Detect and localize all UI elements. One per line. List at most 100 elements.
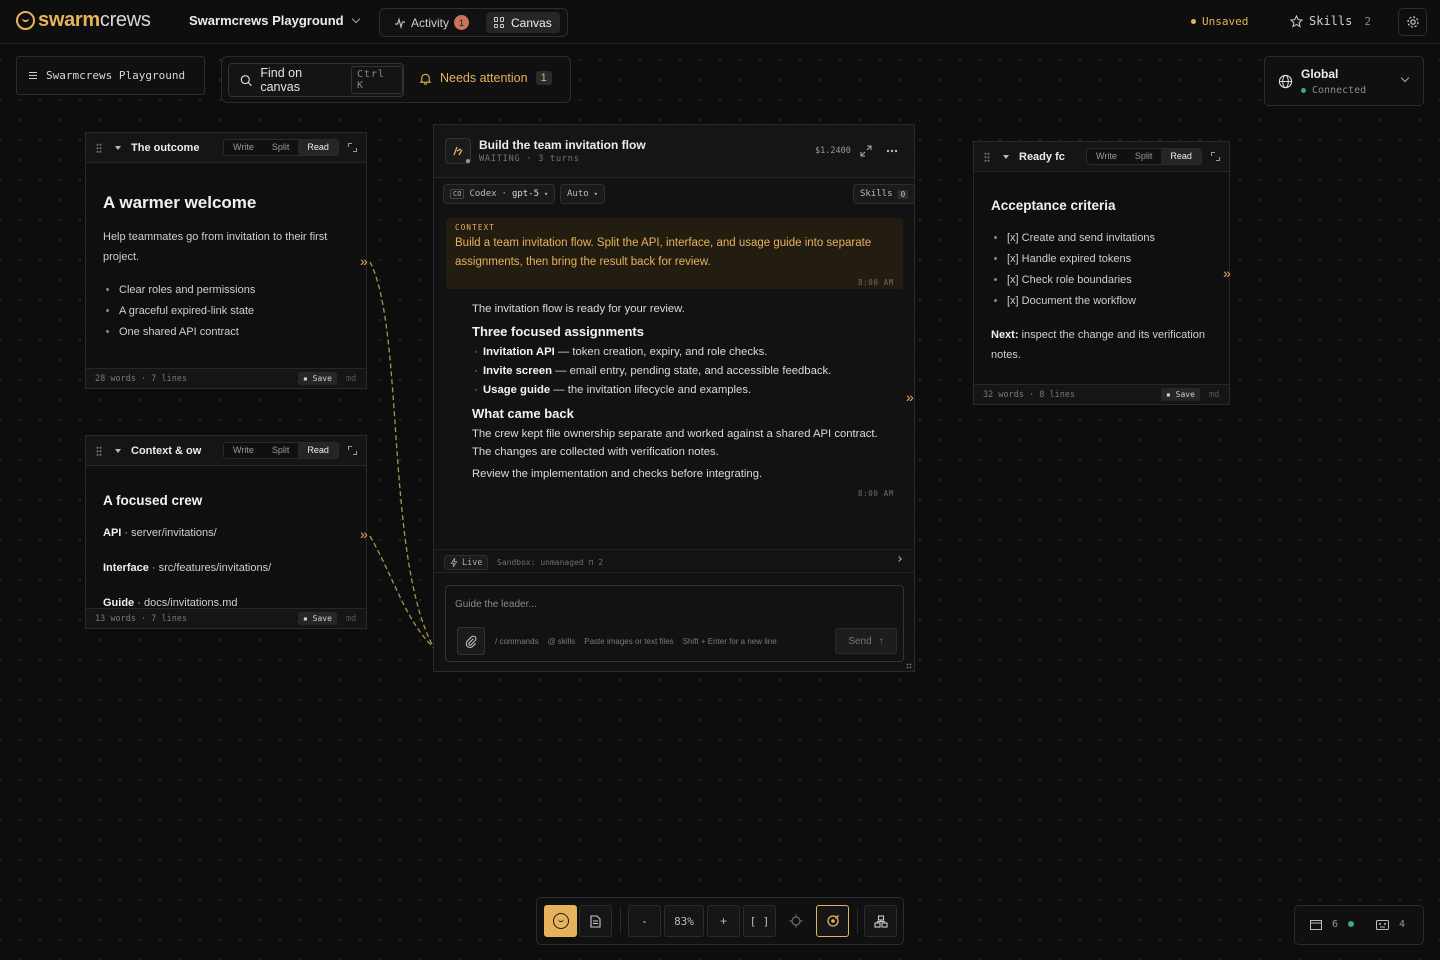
- drag-handle-icon[interactable]: [96, 143, 102, 153]
- hint: Paste images or text files: [584, 637, 674, 646]
- path-label: Interface: [103, 562, 149, 574]
- model-name: gpt-5: [511, 189, 540, 199]
- sandbox-info: Sandbox: unmanaged ⊓ 2: [497, 558, 603, 567]
- context-label: CONTEXT: [455, 223, 496, 232]
- mode-selector[interactable]: Auto ▾: [560, 184, 605, 204]
- skills-pill[interactable]: Skills 0: [853, 184, 916, 204]
- output-port-icon[interactable]: »: [360, 527, 372, 541]
- mode-split[interactable]: Split: [1126, 149, 1162, 164]
- context-message: CONTEXT Build a team invitation flow. Sp…: [446, 218, 903, 289]
- save-label: Save: [312, 374, 332, 383]
- expand-icon[interactable]: [1211, 152, 1220, 161]
- lock-count: 2: [598, 558, 604, 567]
- target-icon: [826, 915, 839, 927]
- note-card-ready[interactable]: Ready fc Write Split Read Acceptance cri…: [973, 141, 1230, 405]
- output-port-icon[interactable]: »: [1223, 266, 1235, 280]
- window-icon: [1310, 920, 1322, 930]
- status-dot-icon: [466, 159, 470, 163]
- expand-icon[interactable]: [348, 143, 357, 152]
- agent-name: Codex: [469, 189, 497, 199]
- fit-view-button[interactable]: [ ]: [743, 905, 776, 937]
- note-title: Ready fc: [1019, 151, 1065, 163]
- turn-count: 3 turns: [538, 154, 580, 164]
- session-status-row: Live Sandbox: unmanaged ⊓ 2: [434, 549, 914, 573]
- add-agent-button[interactable]: [544, 905, 577, 937]
- drag-handle-icon[interactable]: [984, 152, 990, 162]
- expand-diagonal-icon[interactable]: [860, 145, 872, 157]
- resize-handle-icon[interactable]: [906, 663, 912, 669]
- context-text: Build a team invitation flow. Split the …: [455, 237, 872, 268]
- chat-title: Build the team invitation flow: [479, 138, 646, 152]
- output-port-icon[interactable]: »: [360, 254, 372, 268]
- collapse-icon[interactable]: [1003, 155, 1009, 159]
- zoom-out-label: -: [642, 914, 647, 928]
- zoom-in-button[interactable]: +: [707, 905, 740, 937]
- agent-count-icon: [1376, 920, 1389, 930]
- list-item: [x] Document the workflow: [1007, 291, 1215, 312]
- mode-read[interactable]: Read: [298, 443, 338, 458]
- drag-handle-icon[interactable]: [96, 446, 102, 456]
- canvas-controls: - 83% + [ ]: [536, 897, 904, 945]
- add-note-button[interactable]: [579, 905, 612, 937]
- next-step: Next: inspect the change and its verific…: [991, 325, 1215, 365]
- zoom-level[interactable]: 83%: [664, 905, 704, 937]
- collapse-icon[interactable]: [115, 449, 121, 453]
- crosshair-icon: [789, 914, 802, 928]
- note-card-outcome[interactable]: The outcome Write Split Read A warmer we…: [85, 132, 367, 389]
- format-label: md: [1209, 390, 1220, 400]
- connection-line-outcome: [369, 261, 435, 649]
- mode-read[interactable]: Read: [1161, 149, 1201, 164]
- mode-split[interactable]: Split: [263, 140, 299, 155]
- mode-write[interactable]: Write: [1087, 149, 1126, 164]
- agent-reply: The invitation flow is ready for your re…: [472, 300, 902, 483]
- sandbox-label: Sandbox: unmanaged: [497, 558, 584, 567]
- attach-button[interactable]: [457, 627, 485, 655]
- send-button[interactable]: Send ↑: [835, 628, 897, 654]
- agent-count: 4: [1399, 919, 1406, 930]
- hint: / commands: [495, 637, 539, 646]
- collapse-icon[interactable]: [115, 146, 121, 150]
- note-paragraph: Help teammates go from invitation to the…: [103, 231, 328, 263]
- item-text: — the invitation lifecycle and examples.: [550, 384, 752, 396]
- composer-hints: / commands @ skills Paste images or text…: [495, 637, 777, 646]
- composer: / commands @ skills Paste images or text…: [445, 585, 904, 662]
- reply-paragraph: Review the implementation and checks bef…: [472, 468, 763, 480]
- save-button[interactable]: ▪ Save: [298, 372, 337, 385]
- list-item: One shared API contract: [119, 322, 352, 343]
- view-mode-toggle: Write Split Read: [223, 139, 339, 156]
- paperclip-icon: [465, 635, 477, 648]
- more-icon[interactable]: [886, 149, 898, 153]
- item-text: — token creation, expiry, and role check…: [554, 346, 768, 358]
- agent-chat-card[interactable]: Build the team invitation flow WAITING ·…: [433, 124, 916, 672]
- live-toggle[interactable]: Live: [444, 555, 489, 570]
- list-item: A graceful expired-link state: [119, 301, 352, 322]
- message-time: 8:00 AM: [858, 489, 894, 498]
- path-value: · src/features/invitations/: [151, 562, 272, 574]
- note-bullets: Clear roles and permissions A graceful e…: [103, 280, 352, 343]
- note-heading: A warmer welcome: [103, 193, 257, 212]
- agent-model-selector[interactable]: CO Codex · gpt-5 ▾: [443, 184, 556, 204]
- chat-status: WAITING: [479, 154, 521, 164]
- save-button[interactable]: ▪ Save: [298, 612, 337, 625]
- mode-write[interactable]: Write: [224, 443, 263, 458]
- note-card-context[interactable]: Context & ow Write Split Read A focused …: [85, 435, 367, 629]
- lock-icon: ⊓: [588, 558, 594, 567]
- list-item: Invitation API — token creation, expiry,…: [472, 343, 902, 362]
- expand-icon[interactable]: [348, 446, 357, 455]
- zoom-out-button[interactable]: -: [628, 905, 661, 937]
- mode-read[interactable]: Read: [298, 140, 338, 155]
- reply-paragraph: The changes are collected with verificat…: [472, 446, 719, 458]
- mode-split[interactable]: Split: [263, 443, 299, 458]
- chevron-right-icon[interactable]: [896, 556, 902, 562]
- output-port-icon[interactable]: »: [906, 390, 918, 404]
- locate-button[interactable]: [779, 905, 812, 937]
- message-input[interactable]: [455, 596, 885, 612]
- path-row: API · server/invitations/: [103, 523, 352, 543]
- next-label: Next:: [991, 329, 1019, 341]
- criteria-list: [x] Create and send invitations [x] Hand…: [991, 228, 1215, 312]
- save-button[interactable]: ▪ Save: [1161, 388, 1200, 401]
- layout-button[interactable]: [864, 905, 897, 937]
- mode-write[interactable]: Write: [224, 140, 263, 155]
- auto-focus-button[interactable]: [816, 905, 849, 937]
- list-item: [x] Check role boundaries: [1007, 270, 1215, 291]
